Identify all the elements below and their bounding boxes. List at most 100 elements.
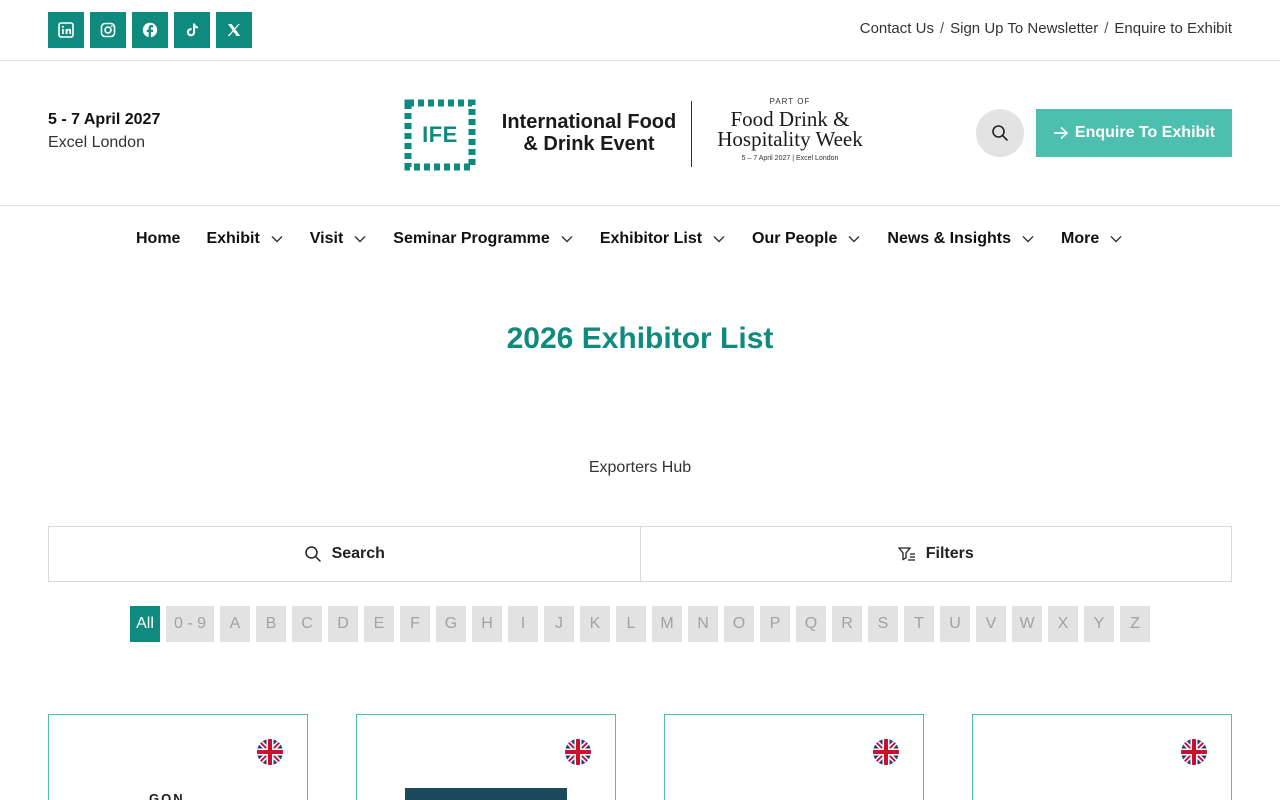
exporters-hub-link[interactable]: Exporters Hub (0, 459, 1280, 477)
letter-filter-i[interactable]: I (508, 606, 538, 642)
alphabet-filter: All 0 - 9ABCDEFGHIJKLMNOPQRSTUVWXYZ (130, 606, 1150, 642)
letter-filter-w[interactable]: W (1012, 606, 1042, 642)
top-bar: Contact Us / Sign Up To Newsletter / Enq… (0, 0, 1280, 61)
logo-name-line2: & Drink Event (523, 133, 655, 155)
logo-week-name: Food Drink & Hospitality Week (704, 107, 876, 151)
nav-item-our-people[interactable]: Our People (752, 230, 861, 248)
letter-filter-e[interactable]: E (364, 606, 394, 642)
letter-filter-h[interactable]: H (472, 606, 502, 642)
nav-item-visit[interactable]: Visit (310, 230, 368, 248)
logo-week-line2: Hospitality Week (717, 127, 863, 151)
linkedin-icon (58, 22, 74, 38)
letter-filter-m[interactable]: M (652, 606, 682, 642)
main-nav: Home Exhibit Visit Seminar Programme Exhibit… (0, 206, 1280, 276)
letter-filter-d[interactable]: D (328, 606, 358, 642)
letter-filter-0-9[interactable]: 0 - 9 (166, 606, 214, 642)
letter-filter-g[interactable]: G (436, 606, 466, 642)
nav-item-label: Exhibitor List (599, 230, 703, 247)
letter-filter-q[interactable]: Q (796, 606, 826, 642)
letter-filter-o[interactable]: O (724, 606, 754, 642)
filters-toggle-label: Filters (925, 545, 974, 562)
letter-filter-k[interactable]: K (580, 606, 610, 642)
letter-filter-u[interactable]: U (940, 606, 970, 642)
search-icon (304, 546, 321, 562)
enquire-button-label: Enquire To Exhibit (1074, 124, 1216, 141)
search-icon (992, 125, 1008, 141)
filters-toggle[interactable]: Filters (639, 527, 1232, 581)
exhibitor-logo (405, 788, 567, 800)
nav-item-label: Home (136, 230, 181, 247)
letter-filter-z[interactable]: Z (1120, 606, 1150, 642)
facebook-link[interactable] (132, 12, 168, 48)
letter-filter-j[interactable]: J (544, 606, 574, 642)
facebook-icon (142, 22, 158, 38)
search-button[interactable] (976, 109, 1024, 157)
logo-part-of: PART OF (769, 97, 811, 106)
letter-filter-x[interactable]: X (1048, 606, 1078, 642)
nav-item-more[interactable]: More (1061, 230, 1123, 248)
logo-week-dates: 5 – 7 April 2027 | Excel London (741, 155, 839, 162)
enquire-to-exhibit-link[interactable]: Enquire to Exhibit (1114, 20, 1232, 37)
letter-filter-l[interactable]: L (616, 606, 646, 642)
newsletter-link[interactable]: Sign Up To Newsletter (950, 20, 1098, 37)
letter-filter-s[interactable]: S (868, 606, 898, 642)
nav-item-label: News & Insights (887, 230, 1011, 247)
nav-item-home[interactable]: Home (136, 230, 180, 248)
tiktok-icon (186, 23, 198, 37)
uk-flag-icon (257, 739, 283, 765)
letter-filter-r[interactable]: R (832, 606, 862, 642)
linkedin-link[interactable] (48, 12, 84, 48)
site-logo[interactable]: IFE International Food & Drink Event PAR… (404, 97, 876, 171)
exhibitor-card[interactable]: GON (48, 714, 308, 800)
filter-icon (897, 547, 915, 561)
chevron-down-icon[interactable] (1021, 232, 1035, 246)
chevron-down-icon[interactable] (1109, 232, 1123, 246)
chevron-down-icon[interactable] (847, 232, 861, 246)
search-filter-bar: Search Filters (48, 526, 1232, 582)
arrow-right-icon (1053, 126, 1069, 140)
x-link[interactable] (216, 12, 252, 48)
uk-flag-icon (1181, 739, 1207, 765)
nav-item-exhibit[interactable]: Exhibit (206, 230, 283, 248)
logo-week-line1: Food Drink & (730, 107, 850, 131)
logo-name-line1: International Food (501, 111, 677, 133)
nav-item-news-insights[interactable]: News & Insights (887, 230, 1035, 248)
contact-us-link[interactable]: Contact Us (860, 20, 934, 37)
letter-filter-t[interactable]: T (904, 606, 934, 642)
uk-flag-icon (565, 739, 591, 765)
letter-filter-b[interactable]: B (256, 606, 286, 642)
chevron-down-icon[interactable] (560, 232, 574, 246)
letter-filter-v[interactable]: V (976, 606, 1006, 642)
event-date: 5 - 7 April 2027 (48, 111, 161, 128)
exhibitor-logo: GON (149, 791, 185, 800)
site-header: 5 - 7 April 2027 Excel London IFE Intern… (0, 61, 1280, 206)
nav-item-exhibitor-list[interactable]: Exhibitor List (600, 230, 726, 248)
link-separator: / (939, 20, 945, 37)
nav-item-seminar-programme[interactable]: Seminar Programme (393, 230, 574, 248)
instagram-link[interactable] (90, 12, 126, 48)
exhibitor-card[interactable] (356, 714, 616, 800)
utility-links: Contact Us / Sign Up To Newsletter / Enq… (860, 20, 1232, 37)
uk-flag-icon (873, 739, 899, 765)
tiktok-link[interactable] (174, 12, 210, 48)
letter-filter-a[interactable]: A (220, 606, 250, 642)
chevron-down-icon[interactable] (712, 232, 726, 246)
letter-filter-y[interactable]: Y (1084, 606, 1114, 642)
chevron-down-icon[interactable] (353, 232, 367, 246)
exhibitor-card[interactable] (664, 714, 924, 800)
letter-filter-c[interactable]: C (292, 606, 322, 642)
exhibitor-card[interactable] (972, 714, 1232, 800)
search-toggle[interactable]: Search (49, 527, 640, 581)
enquire-to-exhibit-button[interactable]: Enquire To Exhibit (1036, 109, 1232, 157)
letter-filter-f[interactable]: F (400, 606, 430, 642)
letter-filter-p[interactable]: P (760, 606, 790, 642)
logo-divider (691, 101, 692, 167)
letter-filter-all[interactable]: All (130, 606, 160, 642)
chevron-down-icon[interactable] (270, 232, 284, 246)
x-icon (227, 24, 241, 36)
letter-filter-n[interactable]: N (688, 606, 718, 642)
nav-item-label: Exhibit (206, 230, 260, 247)
ife-mark-text: IFE (422, 122, 458, 147)
event-venue: Excel London (48, 134, 145, 151)
nav-items: Home Exhibit Visit Seminar Programme Exhibit… (136, 230, 1149, 248)
